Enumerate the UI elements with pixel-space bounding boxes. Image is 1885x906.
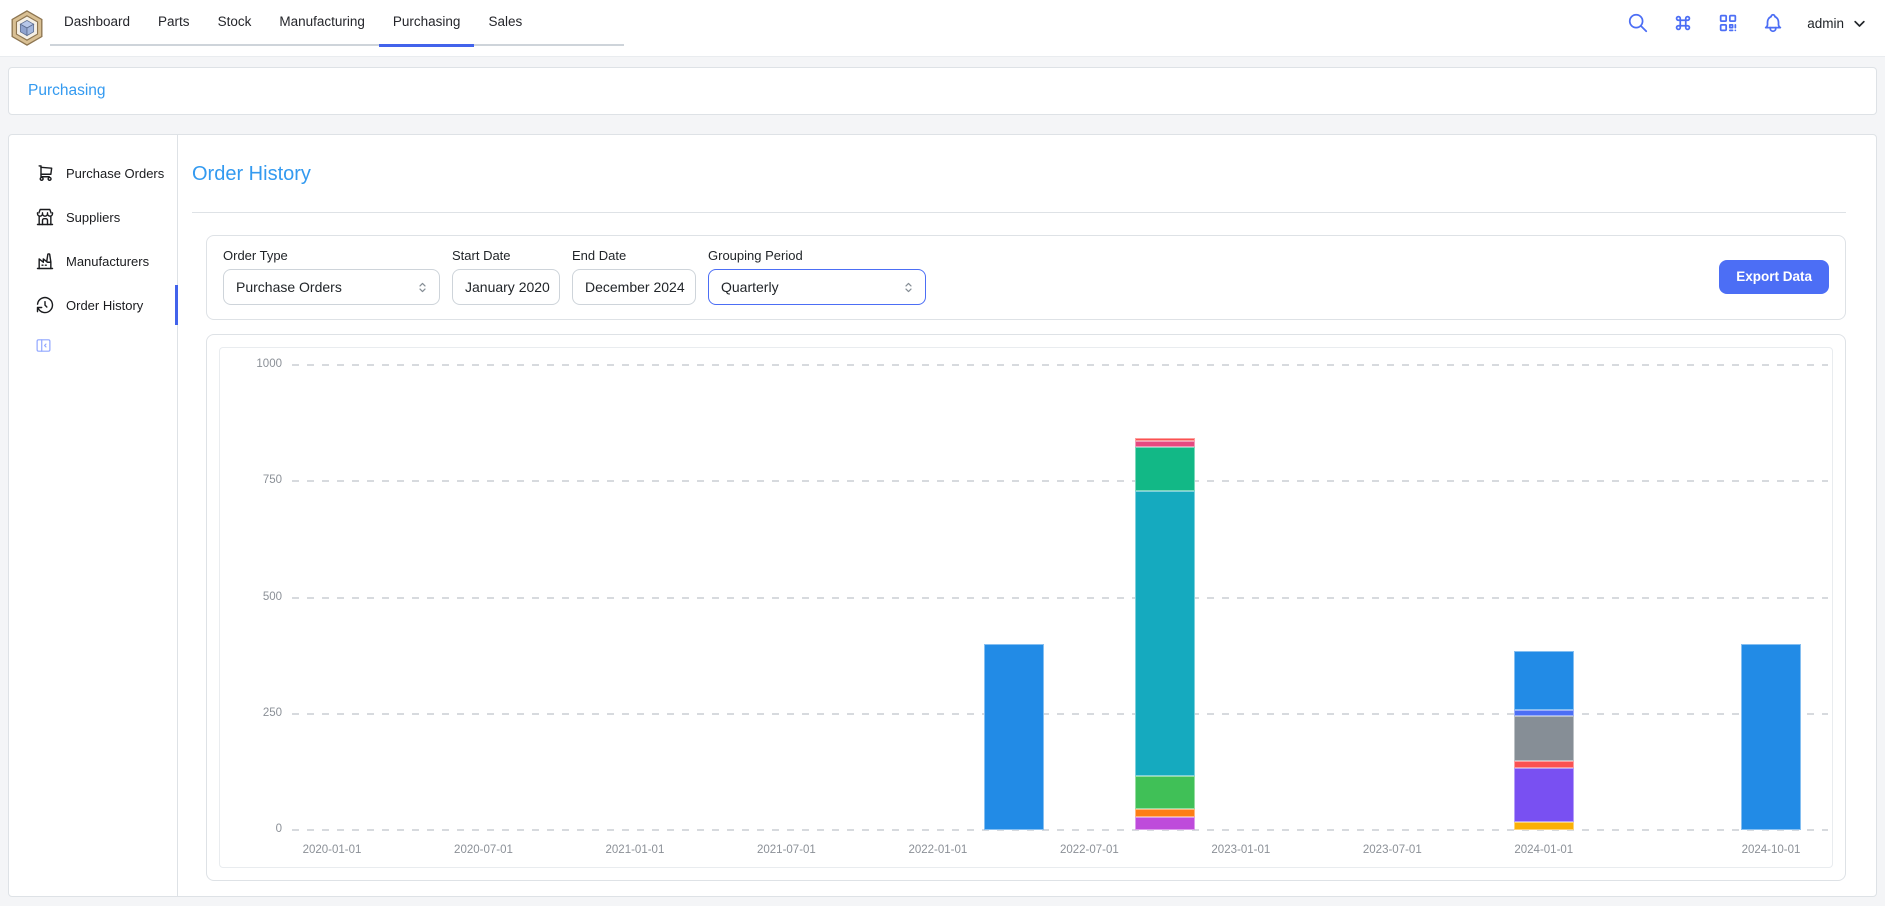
- end-date-input[interactable]: December 2024: [572, 269, 696, 305]
- page-title: Order History: [192, 163, 1846, 186]
- gridline-0: [292, 829, 1828, 831]
- bar-segment-2022-10-01-pink[interactable]: [1135, 441, 1195, 447]
- grouping-period-value: Quarterly: [721, 279, 779, 295]
- storefront-icon: [35, 207, 55, 227]
- sidebar-item-purchase-orders[interactable]: Purchase Orders: [9, 151, 177, 195]
- chart-card: 0 250 500 750 1000 2020-01-01 2020-07-01 2021-0…: [206, 334, 1846, 881]
- sidebar-item-manufacturers[interactable]: Manufacturers: [9, 239, 177, 283]
- content-area: Order History Order Type Purchase Orders…: [178, 135, 1876, 896]
- tab-stock[interactable]: Stock: [204, 0, 266, 47]
- y-tick-label: 500: [220, 591, 282, 603]
- inventree-logo-icon[interactable]: [8, 9, 46, 47]
- end-date-value: December 2024: [585, 279, 685, 295]
- qrcode-scan-icon[interactable]: [1717, 12, 1739, 34]
- user-name: admin: [1807, 16, 1844, 31]
- bar-segment-2022-10-01-cyan[interactable]: [1135, 491, 1195, 776]
- chevron-down-icon: [1852, 16, 1867, 31]
- shopping-cart-icon: [35, 163, 55, 183]
- x-tick-label: 2022-01-01: [896, 844, 980, 856]
- bar-segment-2024-01-01-red[interactable]: [1514, 761, 1574, 768]
- order-type-label: Order Type: [223, 248, 440, 263]
- order-type-select[interactable]: Purchase Orders: [223, 269, 440, 305]
- x-tick-label: 2024-10-01: [1729, 844, 1813, 856]
- order-type-value: Purchase Orders: [236, 279, 342, 295]
- grouping-period-field: Grouping Period Quarterly: [708, 248, 926, 305]
- bar-segment-2024-10-01-blue[interactable]: [1741, 644, 1801, 830]
- sidebar-item-label: Manufacturers: [66, 254, 149, 269]
- x-tick-label: 2020-01-01: [290, 844, 374, 856]
- sidebar: Purchase Orders Suppliers Manufacturers Ord…: [9, 135, 178, 896]
- gridline-500: [292, 597, 1828, 599]
- start-date-input[interactable]: January 2020: [452, 269, 560, 305]
- bar-segment-2022-10-01-red[interactable]: [1135, 438, 1195, 441]
- y-tick-label: 750: [220, 474, 282, 486]
- x-tick-label: 2021-07-01: [744, 844, 828, 856]
- order-type-field: Order Type Purchase Orders: [223, 248, 440, 305]
- command-icon[interactable]: [1672, 12, 1694, 34]
- tab-purchasing[interactable]: Purchasing: [379, 0, 475, 47]
- main-panel: Purchase Orders Suppliers Manufacturers Ord…: [8, 134, 1877, 897]
- y-tick-label: 250: [220, 707, 282, 719]
- gridline-250: [292, 713, 1828, 715]
- bell-icon[interactable]: [1762, 12, 1784, 34]
- sidebar-item-order-history[interactable]: Order History: [9, 283, 177, 327]
- select-updown-icon: [901, 280, 916, 295]
- user-menu[interactable]: admin: [1807, 16, 1867, 31]
- select-updown-icon: [415, 280, 430, 295]
- sidebar-item-label: Purchase Orders: [66, 166, 164, 181]
- app-header: DashboardPartsStockManufacturingPurchasi…: [0, 0, 1885, 57]
- bar-segment-2024-01-01-violet[interactable]: [1514, 768, 1574, 822]
- bar-segment-2022-10-01-teal[interactable]: [1135, 447, 1195, 491]
- sidebar-collapse-icon[interactable]: [35, 337, 52, 354]
- breadcrumb-purchasing[interactable]: Purchasing: [28, 82, 106, 100]
- bar-segment-2022-10-01-grape[interactable]: [1135, 817, 1195, 830]
- filter-card: Order Type Purchase Orders Start Date Ja…: [206, 235, 1846, 320]
- x-tick-label: 2023-01-01: [1199, 844, 1283, 856]
- search-icon[interactable]: [1627, 12, 1649, 34]
- bar-segment-2024-01-01-blue[interactable]: [1514, 651, 1574, 710]
- tab-manufacturing[interactable]: Manufacturing: [265, 0, 379, 47]
- y-tick-label: 1000: [220, 358, 282, 370]
- breadcrumb-panel: Purchasing: [8, 67, 1877, 115]
- bar-segment-2022-04-01-blue[interactable]: [984, 644, 1044, 830]
- start-date-value: January 2020: [465, 279, 550, 295]
- bar-segment-2022-10-01-orange[interactable]: [1135, 809, 1195, 817]
- sidebar-item-label: Suppliers: [66, 210, 120, 225]
- x-tick-label: 2020-07-01: [441, 844, 525, 856]
- sidebar-item-suppliers[interactable]: Suppliers: [9, 195, 177, 239]
- export-data-button[interactable]: Export Data: [1719, 260, 1829, 294]
- end-date-label: End Date: [572, 248, 696, 263]
- bar-segment-2024-01-01-yellow[interactable]: [1514, 822, 1574, 830]
- x-tick-label: 2023-07-01: [1350, 844, 1434, 856]
- tab-sales[interactable]: Sales: [474, 0, 536, 47]
- title-divider: [192, 212, 1846, 213]
- bar-segment-2022-10-01-green[interactable]: [1135, 776, 1195, 809]
- start-date-field: Start Date January 2020: [452, 248, 560, 305]
- grouping-period-select[interactable]: Quarterly: [708, 269, 926, 305]
- x-tick-label: 2022-07-01: [1047, 844, 1131, 856]
- x-tick-label: 2024-01-01: [1502, 844, 1586, 856]
- factory-icon: [35, 251, 55, 271]
- tab-dashboard[interactable]: Dashboard: [50, 0, 144, 47]
- bar-segment-2024-01-01-gray[interactable]: [1514, 716, 1574, 761]
- history-icon: [35, 295, 55, 315]
- header-actions: admin: [1627, 0, 1867, 46]
- end-date-field: End Date December 2024: [572, 248, 696, 305]
- start-date-label: Start Date: [452, 248, 560, 263]
- main-nav-tabs: DashboardPartsStockManufacturingPurchasi…: [50, 0, 624, 46]
- tab-parts[interactable]: Parts: [144, 0, 204, 47]
- grouping-period-label: Grouping Period: [708, 248, 926, 263]
- bar-segment-2024-01-01-indigo[interactable]: [1514, 710, 1574, 716]
- y-tick-label: 0: [220, 823, 282, 835]
- order-history-chart: 0 250 500 750 1000 2020-01-01 2020-07-01 2021-0…: [219, 347, 1833, 868]
- sidebar-item-label: Order History: [66, 298, 143, 313]
- gridline-1000: [292, 364, 1828, 366]
- gridline-750: [292, 480, 1828, 482]
- x-tick-label: 2021-01-01: [593, 844, 677, 856]
